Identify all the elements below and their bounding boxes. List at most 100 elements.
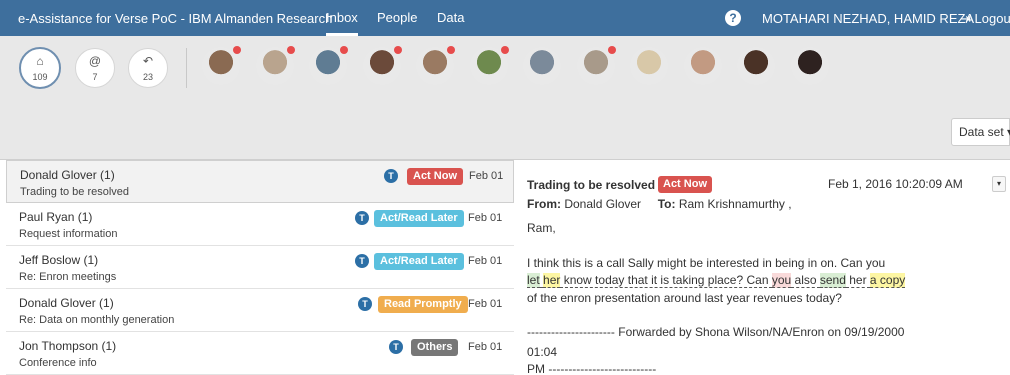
body-text: know today that it is taking place? Can xyxy=(560,273,772,288)
preview-body: Ram, I think this is a call Sally might … xyxy=(527,220,1007,375)
tab-people[interactable]: People xyxy=(377,0,417,36)
highlight-entity[interactable]: her xyxy=(543,273,561,288)
preview-header: From: Donald Glover To: Ram Krishnamurth… xyxy=(527,197,792,211)
preview-priority-label[interactable]: Act Now xyxy=(658,176,712,193)
dataset-dropdown-button[interactable]: Data set ▾ xyxy=(951,118,1010,146)
t-icon[interactable]: T xyxy=(355,211,369,225)
tab-data[interactable]: Data xyxy=(437,0,464,36)
email-preview-pane: Trading to be resolved Act Now Feb 1, 20… xyxy=(515,160,1010,375)
at-icon: @ xyxy=(88,54,102,68)
priority-label[interactable]: Act/Read Later xyxy=(374,253,464,270)
logout-icon: ⇥ xyxy=(960,11,971,26)
t-icon[interactable]: T xyxy=(384,169,398,183)
avatar[interactable] xyxy=(309,46,348,85)
unread-indicator xyxy=(608,46,616,54)
body-text: also xyxy=(791,273,820,288)
preview-subject: Trading to be resolved xyxy=(527,178,656,192)
email-date: Feb 01 xyxy=(468,212,503,224)
user-name[interactable]: MOTAHARI NEZHAD, HAMID REZA xyxy=(762,11,974,26)
help-icon[interactable]: ? xyxy=(725,10,741,26)
email-row[interactable]: Donald Glover (1) Re: Data on monthly ge… xyxy=(6,289,514,332)
avatar-photo xyxy=(737,47,775,85)
email-row[interactable]: Donald Glover (1) Trading to be resolved… xyxy=(6,160,514,203)
avatar[interactable] xyxy=(523,47,561,85)
t-icon[interactable]: T xyxy=(358,297,372,311)
email-sender: Donald Glover (1) xyxy=(20,168,115,182)
unread-indicator xyxy=(340,46,348,54)
avatar[interactable] xyxy=(256,46,295,85)
email-sender: Donald Glover (1) xyxy=(19,296,114,310)
highlight-entity[interactable]: send xyxy=(819,273,846,288)
body-line: let her know today that it is taking pla… xyxy=(527,272,1007,290)
avatar[interactable] xyxy=(363,46,402,85)
avatar[interactable] xyxy=(630,47,668,85)
body-line: of the enron presentation around last ye… xyxy=(527,290,842,305)
email-row[interactable]: Paul Ryan (1) Request information T Act/… xyxy=(6,203,514,246)
avatar[interactable] xyxy=(791,47,829,85)
tab-inbox[interactable]: Inbox xyxy=(326,0,358,36)
email-subject: Conference info xyxy=(19,357,97,369)
preview-datetime: Feb 1, 2016 10:20:09 AM xyxy=(828,177,963,191)
avatar[interactable] xyxy=(577,46,616,85)
home-icon: ⌂ xyxy=(36,54,44,68)
avatar[interactable] xyxy=(684,47,722,85)
priority-label[interactable]: Read Promptly xyxy=(378,296,468,313)
email-sender: Jon Thompson (1) xyxy=(19,339,117,353)
folder-count: 7 xyxy=(92,72,98,82)
to-label: To: xyxy=(657,197,676,211)
email-date: Feb 01 xyxy=(469,170,504,182)
priority-label[interactable]: Others xyxy=(411,339,459,356)
email-subject: Re: Data on monthly generation xyxy=(19,314,175,326)
avatar[interactable] xyxy=(202,46,241,85)
forward-line: 01:04 xyxy=(527,344,558,359)
folder-count: 109 xyxy=(32,72,48,82)
highlight-entity[interactable]: you xyxy=(771,273,792,288)
email-date: Feb 01 xyxy=(468,298,503,310)
chevron-down-icon[interactable]: ▾ xyxy=(992,176,1006,192)
avatar-photo xyxy=(684,47,722,85)
body-greeting: Ram, xyxy=(527,221,556,235)
folder-mentions-button[interactable]: @ 7 xyxy=(75,48,115,88)
email-list: Donald Glover (1) Trading to be resolved… xyxy=(0,160,514,375)
body-line: I think this is a call Sally might be in… xyxy=(527,255,886,270)
filter-bar: ⌂ 109 @ 7 ↶ 23 Data set ▾ xyxy=(0,36,1010,160)
avatar[interactable] xyxy=(470,46,509,85)
divider xyxy=(186,48,187,88)
folder-replies-button[interactable]: ↶ 23 xyxy=(128,48,168,88)
avatar[interactable] xyxy=(416,46,455,85)
body-text: her xyxy=(845,273,870,288)
unread-indicator xyxy=(447,46,455,54)
email-row[interactable]: Jeff Boslow (1) Re: Enron meetings T Act… xyxy=(6,246,514,289)
avatar-photo xyxy=(523,47,561,85)
from-value: Donald Glover xyxy=(564,197,642,211)
email-date: Feb 01 xyxy=(468,341,503,353)
highlight-entity[interactable]: let xyxy=(527,273,540,288)
to-value: Ram Krishnamurthy , xyxy=(678,197,792,211)
unread-indicator xyxy=(233,46,241,54)
folder-count: 23 xyxy=(142,72,153,82)
priority-label[interactable]: Act Now xyxy=(407,168,463,185)
avatar-photo xyxy=(791,47,829,85)
reply-icon: ↶ xyxy=(142,54,154,68)
email-subject: Trading to be resolved xyxy=(20,186,130,198)
priority-label[interactable]: Act/Read Later xyxy=(374,210,464,227)
forward-line: ---------------------- Forwarded by Shon… xyxy=(527,325,905,339)
unread-indicator xyxy=(501,46,509,54)
folder-inbox-button[interactable]: ⌂ 109 xyxy=(19,47,61,89)
email-sender: Paul Ryan (1) xyxy=(19,210,93,224)
from-label: From: xyxy=(527,197,561,211)
highlight-entity[interactable]: a copy xyxy=(869,273,906,288)
avatar-photo xyxy=(630,47,668,85)
email-date: Feb 01 xyxy=(468,255,503,267)
logout-link[interactable]: ⇥ Logout xyxy=(960,11,1010,27)
email-row[interactable]: Jon Thompson (1) Conference info T Other… xyxy=(6,332,514,375)
avatar[interactable] xyxy=(737,47,775,85)
email-subject: Request information xyxy=(19,228,118,240)
app-title: e-Assistance for Verse PoC - IBM Almande… xyxy=(18,11,333,26)
email-sender: Jeff Boslow (1) xyxy=(19,253,99,267)
email-subject: Re: Enron meetings xyxy=(19,271,117,283)
t-icon[interactable]: T xyxy=(355,254,369,268)
forward-line: PM --------------------------- xyxy=(527,362,657,375)
t-icon[interactable]: T xyxy=(389,340,403,354)
logout-label: Logout xyxy=(974,11,1010,26)
